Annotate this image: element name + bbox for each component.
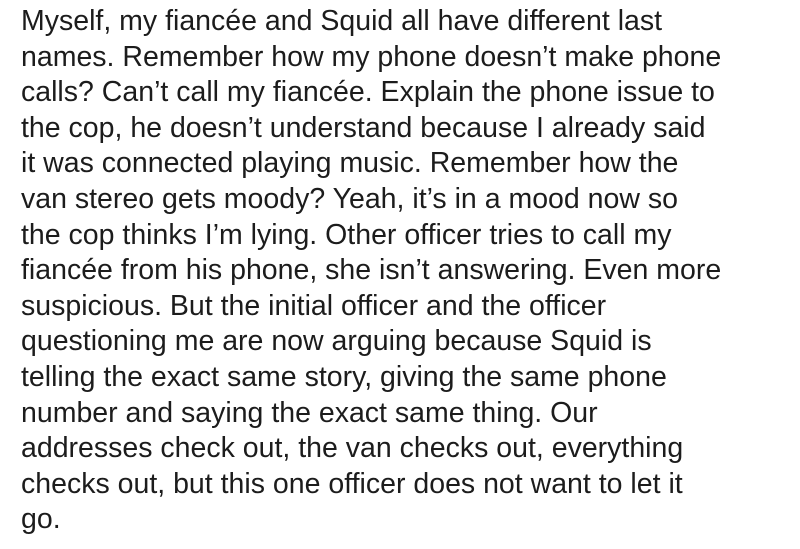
text-line: questioning me are now arguing because S… bbox=[21, 325, 652, 358]
text-line: number and saying the exact same thing. … bbox=[21, 396, 598, 429]
text-line: van stereo gets moody? Yeah, it’s in a m… bbox=[21, 182, 678, 215]
text-line: addresses check out, the van checks out,… bbox=[21, 432, 684, 465]
text-line: checks out, but this one officer does no… bbox=[21, 467, 683, 500]
text-line: Myself, my fiancée and Squid all have di… bbox=[21, 5, 663, 37]
text-line: it was connected playing music. Remember… bbox=[21, 147, 679, 180]
text-line: fiancée from his phone, she isn’t answer… bbox=[21, 254, 722, 287]
text-line: the cop thinks I’m lying. Other officer … bbox=[21, 218, 672, 251]
text-line: go. bbox=[21, 503, 61, 536]
text-line: the cop, he doesn’t understand because I… bbox=[21, 111, 706, 144]
post-body-text: Myself, my fiancée and Squid all have di… bbox=[21, 4, 797, 538]
text-line: suspicious. But the initial officer and … bbox=[21, 289, 607, 322]
text-line: names. Remember how my phone doesn’t mak… bbox=[21, 40, 722, 73]
text-line: telling the exact same story, giving the… bbox=[21, 360, 667, 393]
text-line: calls? Can’t call my fiancée. Explain th… bbox=[21, 76, 715, 109]
